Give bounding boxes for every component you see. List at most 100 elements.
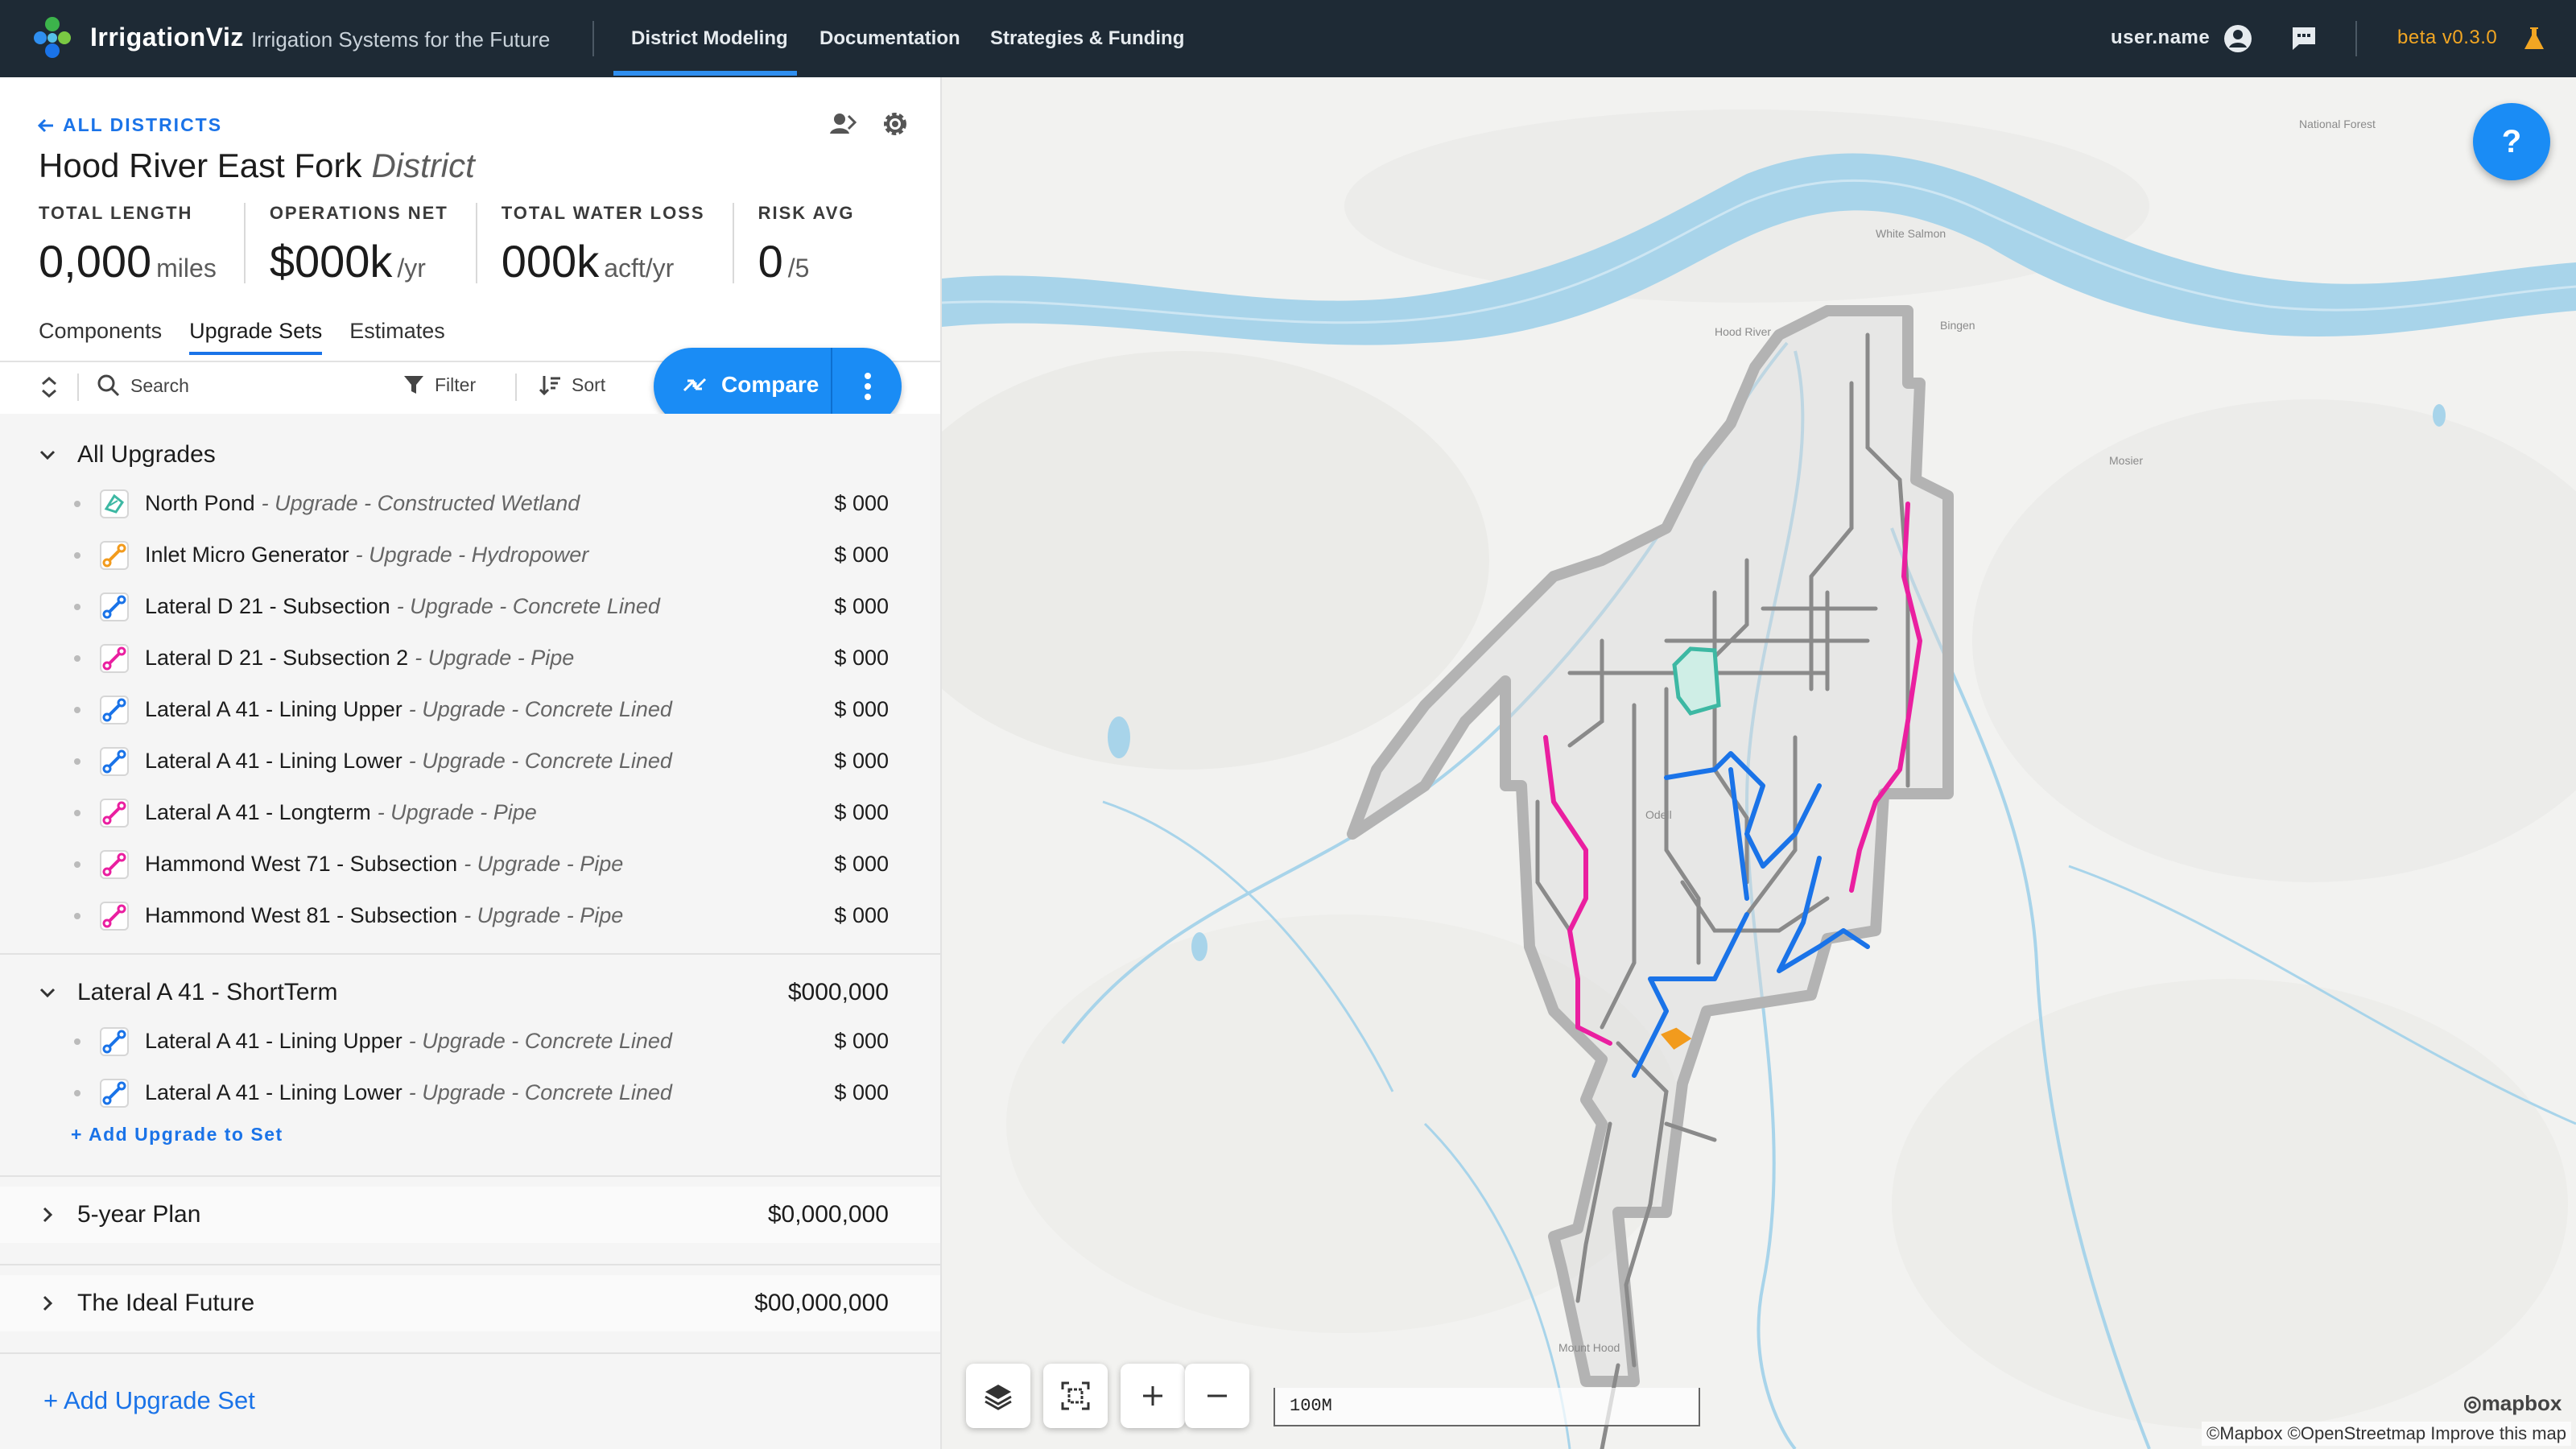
bullet bbox=[74, 1090, 80, 1096]
sort-label: Sort bbox=[572, 374, 606, 395]
nav-strategies-funding[interactable]: Strategies & Funding bbox=[990, 27, 1184, 50]
stat-unit: /yr bbox=[397, 254, 426, 283]
upgrade-cost: $ 000 bbox=[834, 594, 889, 618]
upgrade-detail: - Upgrade - Pipe bbox=[464, 903, 624, 927]
upgrade-list-item[interactable]: Hammond West 81 - Subsection - Upgrade - … bbox=[0, 890, 940, 942]
upgrade-detail: - Upgrade - Constructed Wetland bbox=[261, 491, 580, 515]
stat-label: TOTAL WATER LOSS bbox=[501, 203, 705, 223]
upgrade-set-header[interactable]: Lateral A 41 - ShortTerm $000,000 bbox=[0, 964, 940, 1021]
chevron-down-icon[interactable] bbox=[39, 984, 56, 1001]
concrete-lined-icon bbox=[100, 1027, 129, 1056]
mapbox-logo-icon: ◎ bbox=[2463, 1391, 2482, 1415]
mapbox-logo[interactable]: ◎mapbox bbox=[2463, 1391, 2562, 1416]
upgrade-detail: - Upgrade - Concrete Lined bbox=[408, 697, 672, 721]
stat-value: 0,000 miles bbox=[39, 235, 217, 287]
tab-upgrade-sets[interactable]: Upgrade Sets bbox=[189, 319, 323, 355]
filter-button[interactable]: Filter bbox=[402, 374, 476, 396]
stat-operations-net: OPERATIONS NET $000k/yr bbox=[270, 203, 477, 287]
nav-documentation[interactable]: Documentation bbox=[819, 27, 960, 50]
mapbox-logo-text: mapbox bbox=[2481, 1391, 2562, 1415]
pipe-icon bbox=[100, 644, 129, 673]
upgrade-detail: - Upgrade - Pipe bbox=[415, 646, 575, 670]
upgrade-list-item[interactable]: Lateral A 41 - Longterm - Upgrade - Pipe $… bbox=[0, 787, 940, 839]
divider bbox=[77, 374, 79, 401]
nav-active-indicator bbox=[613, 71, 797, 76]
upgrade-list-item[interactable]: Lateral A 41 - Lining Lower - Upgrade - C… bbox=[0, 736, 940, 787]
sort-button[interactable]: Sort bbox=[538, 374, 605, 396]
compare-button-content: Compare bbox=[681, 372, 819, 398]
upgrade-cost: $ 000 bbox=[834, 1029, 889, 1053]
upgrade-list-item[interactable]: Inlet Micro Generator - Upgrade - Hydropo… bbox=[0, 530, 940, 581]
zoom-out-button[interactable] bbox=[1185, 1364, 1249, 1428]
layers-button[interactable] bbox=[966, 1364, 1030, 1428]
upgrade-label: Lateral D 21 - Subsection 2- Upgrade - P… bbox=[145, 646, 574, 671]
concrete-lined-icon bbox=[100, 696, 129, 724]
map-attribution[interactable]: ©Mapbox ©OpenStreetmap Improve this map bbox=[2202, 1422, 2571, 1446]
pipe-icon bbox=[100, 799, 129, 828]
upgrade-detail: - Upgrade - Concrete Lined bbox=[396, 594, 660, 618]
user-name[interactable]: user.name bbox=[2111, 27, 2210, 49]
upgrade-list-item[interactable]: Lateral A 41 - Lining Lower - Upgrade - C… bbox=[0, 1067, 940, 1119]
upgrade-list-item[interactable]: Lateral A 41 - Lining Upper - Upgrade - C… bbox=[0, 1016, 940, 1067]
manage-users-icon[interactable] bbox=[824, 106, 860, 142]
upgrade-set-header[interactable]: 5-year Plan $0,000,000 bbox=[0, 1187, 940, 1243]
fit-bounds-button[interactable] bbox=[1043, 1364, 1108, 1428]
fit-bounds-icon bbox=[1061, 1381, 1090, 1410]
gear-icon[interactable] bbox=[877, 106, 913, 142]
bullet bbox=[74, 913, 80, 919]
pipe-icon bbox=[100, 902, 129, 931]
search-icon bbox=[97, 374, 120, 397]
bullet bbox=[74, 810, 80, 816]
expand-collapse-icon[interactable] bbox=[39, 375, 60, 399]
upgrade-list-item[interactable]: Lateral D 21 - Subsection - Upgrade - Con… bbox=[0, 581, 940, 633]
upgrade-label: Lateral A 41 - Lining Upper - Upgrade - C… bbox=[145, 697, 672, 722]
filter-icon bbox=[404, 376, 423, 394]
map-view[interactable]: White Salmon Bingen Hood River Mosier Od… bbox=[942, 77, 2576, 1449]
help-button[interactable]: ? bbox=[2473, 103, 2550, 180]
upgrade-set-title: 5-year Plan bbox=[77, 1201, 201, 1228]
version-label: beta v0.3.0 bbox=[2397, 27, 2498, 48]
district-title: Hood River East Fork District bbox=[39, 147, 475, 185]
search-input[interactable]: Search bbox=[97, 374, 189, 398]
upgrade-list-item[interactable]: North Pond - Upgrade - Constructed Wetlan… bbox=[0, 478, 940, 530]
chevron-right-icon[interactable] bbox=[39, 1206, 56, 1224]
upgrade-list-item[interactable]: Lateral A 41 - Lining Upper - Upgrade - C… bbox=[0, 684, 940, 736]
add-upgrade-to-set-button[interactable]: + Add Upgrade to Set bbox=[71, 1124, 283, 1146]
divider bbox=[592, 21, 594, 56]
account-icon[interactable] bbox=[2222, 23, 2254, 55]
upgrade-set-title: Lateral A 41 - ShortTerm bbox=[77, 979, 338, 1005]
upgrade-list-item[interactable]: Hammond West 71 - Subsection - Upgrade - … bbox=[0, 839, 940, 890]
upgrade-label: North Pond - Upgrade - Constructed Wetlan… bbox=[145, 491, 580, 516]
stat-value: $000k/yr bbox=[270, 235, 448, 287]
add-upgrade-set-button[interactable]: + Add Upgrade Set bbox=[43, 1386, 255, 1415]
upgrade-set-cost: $000,000 bbox=[787, 979, 889, 1005]
tab-components[interactable]: Components bbox=[39, 319, 162, 355]
stat-unit: acft/yr bbox=[604, 254, 675, 283]
flask-icon[interactable] bbox=[2518, 23, 2550, 55]
upgrade-set-header[interactable]: All Upgrades bbox=[0, 427, 940, 483]
zoom-in-button[interactable] bbox=[1121, 1364, 1185, 1428]
irrigationviz-logo-icon[interactable] bbox=[29, 14, 76, 61]
map-place-label: Mosier bbox=[2109, 454, 2144, 467]
upgrade-detail: - Upgrade - Concrete Lined bbox=[408, 749, 672, 773]
chevron-right-icon[interactable] bbox=[39, 1294, 56, 1312]
district-name: Hood River East Fork bbox=[39, 147, 362, 184]
more-vertical-icon[interactable] bbox=[865, 372, 871, 401]
nav-district-modeling[interactable]: District Modeling bbox=[631, 27, 788, 50]
tab-estimates[interactable]: Estimates bbox=[349, 319, 445, 355]
upgrade-label: Lateral A 41 - Lining Lower - Upgrade - C… bbox=[145, 1080, 672, 1105]
bullet bbox=[74, 604, 80, 610]
map-canvas[interactable] bbox=[942, 77, 2576, 1449]
upgrade-label: Hammond West 81 - Subsection - Upgrade - … bbox=[145, 903, 623, 928]
upgrade-list-item[interactable]: Lateral D 21 - Subsection 2- Upgrade - P… bbox=[0, 633, 940, 684]
upgrade-set-header[interactable]: The Ideal Future $00,000,000 bbox=[0, 1275, 940, 1331]
chevron-down-icon[interactable] bbox=[39, 446, 56, 464]
stat-number: 0,000 bbox=[39, 236, 152, 287]
chat-icon[interactable] bbox=[2288, 23, 2320, 55]
pipe-icon bbox=[100, 850, 129, 879]
map-place-label: Bingen bbox=[1940, 319, 1975, 332]
all-districts-link[interactable]: ALL DISTRICTS bbox=[37, 114, 222, 136]
group-divider bbox=[0, 953, 940, 955]
map-place-label: White Salmon bbox=[1876, 227, 1946, 240]
brand-name[interactable]: IrrigationViz bbox=[90, 23, 244, 52]
